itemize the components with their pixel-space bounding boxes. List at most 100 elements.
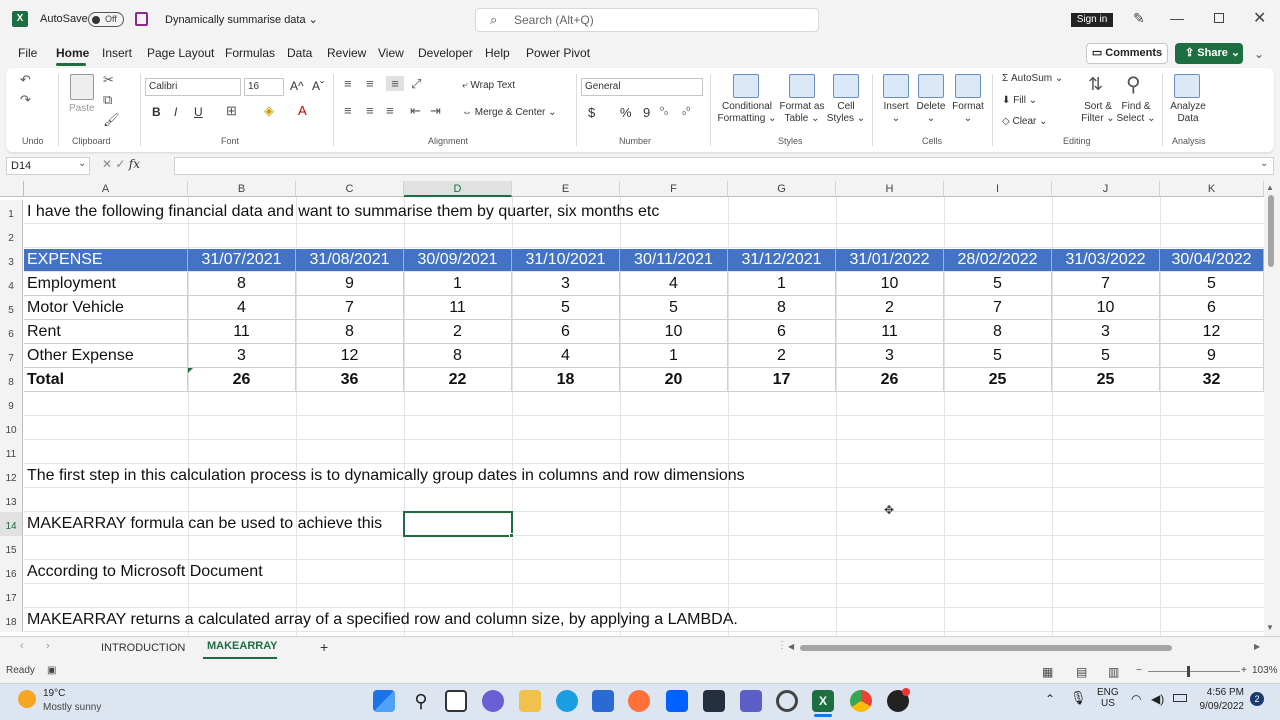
fill-color-icon[interactable]: ◈ [264,103,274,119]
start-windows-icon[interactable] [373,690,395,712]
borders-icon[interactable]: ⊞ [226,103,237,119]
prev-sheet-icon[interactable]: ‹ [20,640,24,652]
table-cell[interactable]: 11 [404,296,512,320]
table-cell[interactable]: 7 [296,296,404,320]
table-cell[interactable]: 1 [728,272,836,296]
scroll-left-icon[interactable]: ◀ [788,642,794,651]
table-cell[interactable]: 10 [620,320,728,344]
column-header-e[interactable]: E [512,181,620,197]
row-header-4[interactable]: 4 [0,272,23,296]
menu-review[interactable]: Review [327,46,366,60]
table-cell[interactable]: 2 [404,320,512,344]
font-color-icon[interactable]: A [298,103,307,118]
task-view-icon[interactable] [445,690,467,712]
cell-a18[interactable]: MAKEARRAY returns a calculated array of … [27,608,738,632]
microphone-icon[interactable]: 🎙 [1070,690,1087,706]
zoom-slider[interactable] [1148,671,1240,672]
cell-styles-button[interactable]: Cell Styles ⌄ [826,101,866,125]
vertical-scroll-thumb[interactable] [1268,195,1274,267]
column-header-j[interactable]: J [1052,181,1160,197]
table-cell[interactable]: 18 [512,368,620,392]
select-all-corner[interactable] [0,181,24,197]
column-header-h[interactable]: H [836,181,944,197]
conditional-formatting-button[interactable]: Conditional Formatting ⌄ [716,101,778,125]
weather-temp[interactable]: 19°C [43,688,65,699]
format-cells-button[interactable]: Format ⌄ [949,101,987,125]
merge-center-button[interactable]: ⇔ Merge & Center ⌄ [462,107,557,118]
autosum-button[interactable]: Σ AutoSum ⌄ [1002,73,1063,84]
orientation-icon[interactable]: ⤢ [411,76,421,92]
row-header-7[interactable]: 7 [0,344,23,368]
menu-insert[interactable]: Insert [102,46,132,60]
pen-icon[interactable]: ✎ [1133,10,1145,27]
table-header-date[interactable]: 30/04/2022 [1160,249,1264,271]
page-break-view-icon[interactable]: ▥ [1108,665,1119,679]
table-cell[interactable]: 6 [1160,296,1264,320]
scroll-right-icon[interactable]: ▶ [1254,642,1260,651]
table-header-date[interactable]: 31/12/2021 [728,249,836,271]
table-cell[interactable]: 2 [836,296,944,320]
add-sheet-button[interactable]: + [320,639,328,655]
redo-icon[interactable]: ↷ [20,92,31,108]
table-cell[interactable]: 5 [1160,272,1264,296]
find-select-button[interactable]: Find & Select ⌄ [1114,101,1158,125]
notification-count-badge[interactable]: 2 [1250,692,1264,706]
battery-icon[interactable] [1173,694,1187,702]
cell-a14[interactable]: MAKEARRAY formula can be used to achieve… [27,512,382,536]
fx-icon[interactable]: fx [129,157,140,171]
table-cell[interactable]: 7 [944,296,1052,320]
column-header-i[interactable]: I [944,181,1052,197]
row-header-8[interactable]: 8 [0,368,23,392]
clock-date[interactable]: 9/09/2022 [1196,701,1245,712]
menu-power-pivot[interactable]: Power Pivot [526,46,590,60]
table-header-category[interactable]: EXPENSE CATEGORY [24,249,188,290]
save-icon[interactable] [135,12,148,26]
decrease-indent-icon[interactable]: ⇤ [410,103,421,119]
scroll-up-icon[interactable]: ▲ [1266,183,1274,192]
table-cell[interactable]: 6 [728,320,836,344]
column-header-k[interactable]: K [1160,181,1264,197]
table-cell[interactable]: 8 [404,344,512,368]
collapse-menu-icon[interactable]: ⌄ [1254,47,1264,61]
zoom-in-icon[interactable]: + [1241,665,1247,676]
clock-time[interactable]: 4:56 PM [1206,687,1244,698]
table-cell[interactable]: 12 [296,344,404,368]
chat-icon[interactable] [482,690,504,712]
comma-style-icon[interactable]: 9 [643,105,650,120]
menu-file[interactable]: File [18,46,37,60]
expand-formula-icon[interactable]: ⌄ [1260,158,1268,169]
align-left-icon[interactable]: ≡ [344,103,352,118]
row-header-10[interactable]: 10 [0,416,23,440]
row-header-17[interactable]: 17 [0,584,23,608]
menu-developer[interactable]: Developer [418,46,473,60]
table-cell[interactable]: 8 [944,320,1052,344]
table-cell[interactable]: 26 [836,368,944,392]
increase-indent-icon[interactable]: ⇥ [430,103,441,119]
page-layout-view-icon[interactable]: ▤ [1076,665,1087,679]
align-bottom-icon[interactable]: ≡ [386,76,404,91]
analyze-data-button[interactable]: Analyze Data [1166,101,1210,125]
table-cell[interactable]: 8 [188,272,296,296]
table-cell[interactable]: 9 [1160,344,1264,368]
table-cell[interactable]: 25 [1052,368,1160,392]
table-row-label[interactable]: Total [24,368,188,392]
sort-filter-button[interactable]: Sort & Filter ⌄ [1078,101,1118,125]
increase-decimal-icon[interactable]: ⁰₀ [660,106,668,117]
cell-a16[interactable]: According to Microsoft Document [27,560,263,584]
horizontal-scroll-thumb[interactable] [800,645,1172,651]
language-indicator[interactable]: ENG US [1097,687,1119,709]
macro-record-icon[interactable]: ▣ [47,665,56,676]
menu-page-layout[interactable]: Page Layout [147,46,214,60]
next-sheet-icon[interactable]: › [46,640,50,652]
column-header-g[interactable]: G [728,181,836,197]
row-header-6[interactable]: 6 [0,320,23,344]
cell-a12[interactable]: The first step in this calculation proce… [27,464,745,488]
name-box-chevron-icon[interactable]: ⌄ [78,158,86,169]
row-header-14[interactable]: 14 [0,512,23,536]
insert-cells-button[interactable]: Insert ⌄ [878,101,914,125]
menu-data[interactable]: Data [287,46,312,60]
table-cell[interactable]: 6 [512,320,620,344]
formula-input[interactable] [174,157,1274,175]
table-cell[interactable]: 20 [620,368,728,392]
sheet-tab-makearray[interactable]: MAKEARRAY [207,640,278,652]
